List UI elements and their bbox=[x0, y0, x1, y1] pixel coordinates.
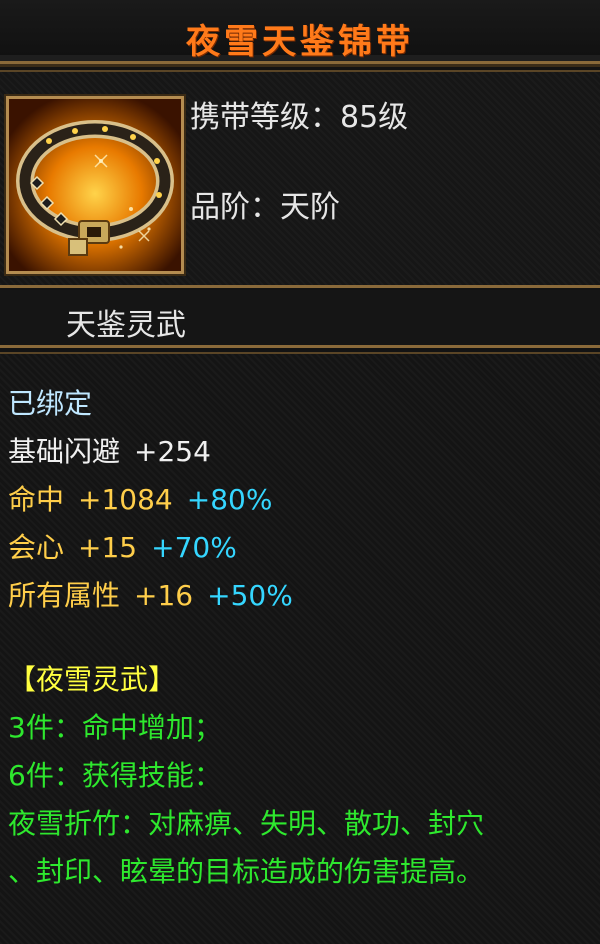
stat-value: +16 bbox=[134, 579, 194, 612]
stat-bonus: +80% bbox=[186, 483, 273, 516]
set-bonus-6-piece: 6件：获得技能： bbox=[8, 759, 222, 792]
stat-value: +1084 bbox=[78, 483, 173, 516]
set-name-bar: 天鉴灵武 bbox=[0, 290, 600, 348]
stat-value: +254 bbox=[134, 435, 211, 468]
item-grade: 品阶：天阶 bbox=[190, 190, 340, 225]
stat-row: 命中 +1084 +80% bbox=[8, 478, 272, 518]
stat-bonus: +50% bbox=[207, 579, 293, 612]
stat-name: 会心 bbox=[8, 531, 65, 564]
item-details: 已绑定 基础闪避 +254 命中 +1084 +80% 会心 +15 +70% 所有属性 +… bbox=[0, 352, 600, 944]
set-skill-desc-line2: 、封印、眩晕的目标造成的伤害提高。 bbox=[8, 855, 485, 888]
stat-name: 命中 bbox=[8, 483, 65, 516]
item-name: 夜雪天鉴锦带 bbox=[186, 22, 414, 62]
stat-name: 所有属性 bbox=[8, 579, 121, 612]
bound-status: 已绑定 bbox=[8, 387, 93, 420]
stat-value: +15 bbox=[78, 531, 138, 564]
carry-level: 携带等级：85级 bbox=[190, 100, 409, 135]
set-name: 天鉴灵武 bbox=[66, 308, 186, 343]
golden-belt-icon bbox=[6, 96, 184, 274]
stat-name: 基础闪避 bbox=[8, 435, 121, 468]
item-info-row: 携带等级：85级 品阶：天阶 bbox=[0, 70, 600, 288]
stat-bonus: +70% bbox=[151, 531, 237, 564]
set-skill-desc-line1: 夜雪折竹：对麻痹、失明、散功、封穴 bbox=[8, 807, 485, 840]
stat-row: 所有属性 +16 +50% bbox=[8, 574, 293, 614]
stat-row: 基础闪避 +254 bbox=[8, 430, 211, 470]
set-bonus-3-piece: 3件：命中增加； bbox=[8, 711, 222, 744]
set-bonus-title: 【夜雪灵武】 bbox=[8, 663, 177, 696]
stat-row: 会心 +15 +70% bbox=[8, 526, 237, 566]
item-title-bar: 夜雪天鉴锦带 bbox=[0, 0, 600, 64]
